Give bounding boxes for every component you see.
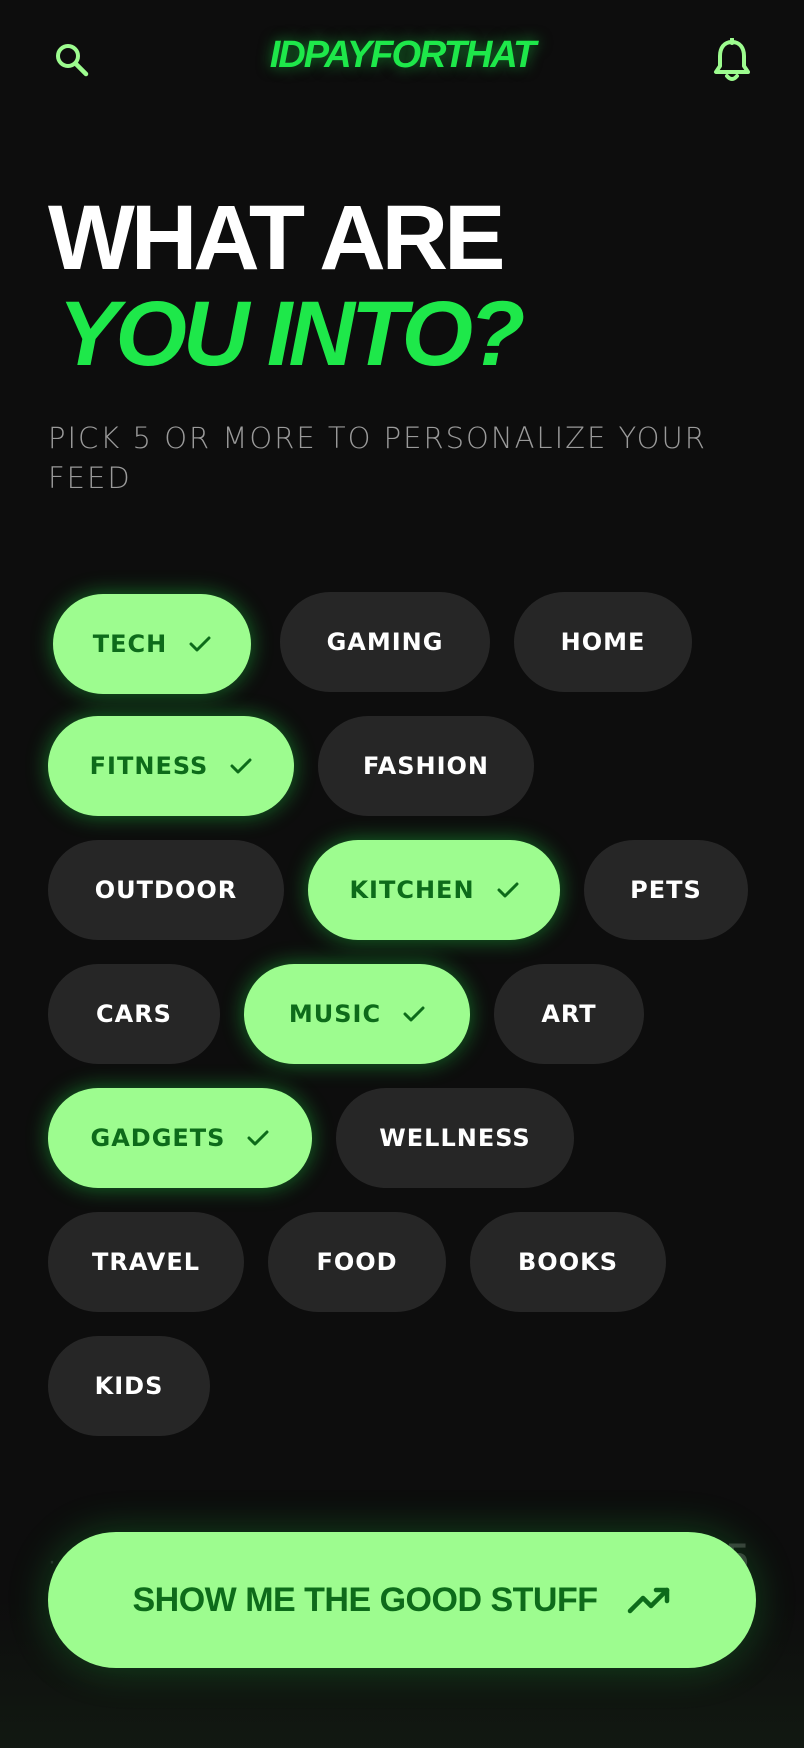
category-chip-cars[interactable]: CARS [48, 964, 220, 1064]
page-title: WHAT ARE YOU INTO? [48, 187, 525, 385]
title-line-2: YOU INTO? [58, 283, 525, 385]
chip-label: FASHION [362, 752, 489, 780]
chip-label: ART [541, 1000, 597, 1028]
category-chip-kitchen[interactable]: KITCHEN [308, 840, 560, 940]
trending-up-icon [627, 1585, 671, 1615]
category-chip-pets[interactable]: PETS [584, 840, 748, 940]
chip-label: TRAVEL [91, 1248, 201, 1276]
cta-label: SHOW ME THE GOOD STUFF [132, 1580, 598, 1619]
chip-label: FOOD [316, 1248, 398, 1276]
app-logo: IDPAYFORTHAT [269, 34, 537, 76]
chip-label: BOOKS [518, 1248, 618, 1276]
chip-label: TECH [92, 630, 168, 658]
category-chip-travel[interactable]: TRAVEL [48, 1212, 244, 1312]
chip-label: GADGETS [90, 1124, 226, 1152]
check-icon [189, 635, 211, 653]
notifications-button[interactable] [708, 36, 756, 84]
chip-label: PETS [630, 876, 702, 904]
category-chip-kids[interactable]: KIDS [48, 1336, 210, 1436]
chip-label: FITNESS [89, 752, 209, 780]
category-chip-books[interactable]: BOOKS [470, 1212, 666, 1312]
chip-label: KITCHEN [349, 876, 475, 904]
category-chip-tech[interactable]: TECH [53, 594, 251, 694]
check-icon [403, 1005, 425, 1023]
check-icon [247, 1129, 269, 1147]
category-chip-food[interactable]: FOOD [268, 1212, 446, 1312]
category-chip-home[interactable]: HOME [514, 592, 692, 692]
chip-label: WELLNESS [379, 1124, 531, 1152]
bell-icon [714, 38, 750, 81]
category-chip-gaming[interactable]: GAMING [280, 592, 490, 692]
category-chip-gadgets[interactable]: GADGETS [48, 1088, 312, 1188]
check-icon [230, 757, 252, 775]
chip-label: MUSIC [288, 1000, 382, 1028]
category-chip-outdoor[interactable]: OUTDOOR [48, 840, 284, 940]
show-good-stuff-button[interactable]: SHOW ME THE GOOD STUFF [48, 1532, 756, 1668]
top-bar: IDPAYFORTHAT [0, 0, 804, 120]
page-subtitle: PICK 5 OR MORE TO PERSONALIZE YOUR FEED [48, 421, 707, 495]
category-chip-fitness[interactable]: FITNESS [48, 716, 294, 816]
check-icon [497, 881, 519, 899]
category-chip-fashion[interactable]: FASHION [318, 716, 534, 816]
chip-label: CARS [96, 1000, 172, 1028]
title-line-1: WHAT ARE [48, 187, 505, 289]
chip-label: OUTDOOR [94, 876, 238, 904]
chip-label: GAMING [326, 628, 444, 656]
category-chip-art[interactable]: ART [494, 964, 644, 1064]
chip-label: KIDS [94, 1372, 164, 1400]
chip-label: HOME [560, 628, 646, 656]
category-chip-music[interactable]: MUSIC [244, 964, 470, 1064]
category-chip-wellness[interactable]: WELLNESS [336, 1088, 574, 1188]
